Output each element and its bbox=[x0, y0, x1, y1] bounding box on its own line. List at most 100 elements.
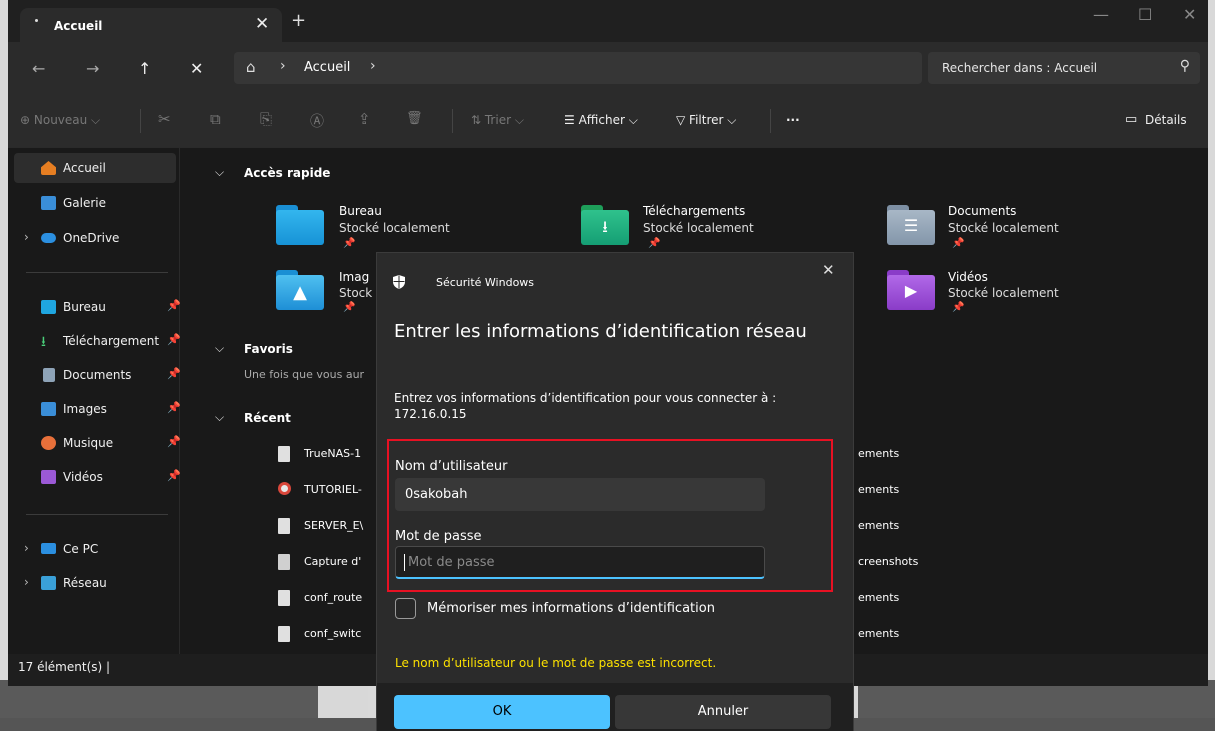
section-quick-access[interactable]: Accès rapide bbox=[244, 166, 330, 180]
sidebar-item-videos[interactable]: Vidéos 📌 bbox=[14, 462, 181, 492]
breadcrumb-chevron-icon[interactable]: › bbox=[280, 58, 286, 74]
filter-button[interactable]: ▽ Filtrer ⌵ bbox=[676, 113, 736, 128]
username-field[interactable]: 0sakobah bbox=[395, 478, 765, 511]
new-tab-icon[interactable]: + bbox=[291, 10, 306, 31]
sidebar-item-label: Galerie bbox=[63, 196, 107, 210]
sidebar-item-images[interactable]: Images 📌 bbox=[14, 394, 181, 424]
sort-button[interactable]: ⇅ Trier ⌵ bbox=[471, 113, 524, 128]
maximize-icon[interactable]: ☐ bbox=[1138, 5, 1152, 24]
sidebar-item-ce-pc[interactable]: › Ce PC bbox=[14, 534, 176, 564]
forward-icon[interactable]: → bbox=[86, 59, 99, 78]
section-recent[interactable]: Récent bbox=[244, 411, 291, 425]
sidebar-item-accueil[interactable]: Accueil bbox=[14, 153, 176, 183]
sidebar-item-musique[interactable]: Musique 📌 bbox=[14, 428, 181, 458]
remember-credentials-label[interactable]: Mémoriser mes informations d’identificat… bbox=[427, 601, 715, 616]
desktop-folder-icon bbox=[276, 210, 324, 245]
view-button[interactable]: ☰ Afficher ⌵ bbox=[564, 113, 638, 128]
video-icon bbox=[41, 470, 56, 484]
folder-subtitle: Stock bbox=[339, 286, 373, 300]
password-field[interactable]: Mot de passe bbox=[395, 546, 765, 579]
ok-button[interactable]: OK bbox=[394, 695, 610, 729]
folder-bureau[interactable] bbox=[276, 205, 324, 245]
file-location: ements bbox=[858, 483, 900, 496]
document-icon bbox=[43, 368, 55, 382]
document-lines-icon: ☰ bbox=[903, 216, 919, 235]
expand-chevron-icon[interactable]: › bbox=[24, 575, 29, 589]
share-icon[interactable]: ⇪ bbox=[358, 110, 371, 128]
folder-name: Documents bbox=[948, 204, 1017, 218]
path-input[interactable]: ⌂ › Accueil › bbox=[234, 52, 922, 84]
section-favorites[interactable]: Favoris bbox=[244, 342, 293, 356]
tab-accueil[interactable]: Accueil ✕ bbox=[20, 8, 282, 42]
desktop-icon bbox=[41, 300, 56, 314]
details-pane-icon[interactable]: ▭ bbox=[1125, 112, 1137, 127]
breadcrumb-chevron-icon[interactable]: › bbox=[370, 58, 376, 74]
credential-dialog: Sécurité Windows ✕ Entrer les informatio… bbox=[376, 252, 854, 731]
more-options-icon[interactable]: ··· bbox=[786, 113, 800, 127]
copy-icon[interactable]: ⧉ bbox=[210, 110, 221, 128]
sidebar-item-bureau[interactable]: Bureau 📌 bbox=[14, 292, 181, 322]
chrome-icon bbox=[278, 482, 291, 495]
network-icon bbox=[41, 576, 56, 590]
pin-icon: 📌 bbox=[167, 367, 181, 380]
file-location: ements bbox=[858, 627, 900, 640]
navigation-pane: Accueil Galerie › OneDrive Bureau 📌 ⭳ Té… bbox=[8, 148, 181, 654]
folder-name: Imag bbox=[339, 270, 370, 284]
sidebar-divider bbox=[26, 272, 168, 273]
folder-subtitle: Stocké localement bbox=[948, 221, 1059, 235]
home-icon[interactable]: ⌂ bbox=[246, 58, 256, 76]
favorites-empty-text: Une fois que vous aur bbox=[244, 368, 365, 381]
cancel-button[interactable]: Annuler bbox=[615, 695, 831, 729]
folder-images[interactable]: ▲ bbox=[276, 270, 324, 310]
sidebar-item-label: Bureau bbox=[63, 300, 106, 314]
paste-icon[interactable]: ⎘ bbox=[260, 110, 272, 128]
folder-videos[interactable]: ▶ bbox=[887, 270, 935, 310]
home-icon bbox=[41, 161, 56, 175]
sidebar-item-onedrive[interactable]: › OneDrive bbox=[14, 223, 176, 253]
item-count: 17 élément(s) | bbox=[18, 660, 111, 674]
username-label: Nom d’utilisateur bbox=[395, 459, 508, 474]
folder-telechargements[interactable]: ⭳ bbox=[581, 205, 629, 245]
sidebar-item-label: OneDrive bbox=[63, 231, 120, 245]
sidebar-item-telechargement[interactable]: ⭳ Téléchargement 📌 bbox=[14, 326, 181, 356]
back-icon[interactable]: ← bbox=[32, 59, 45, 78]
minimize-icon[interactable]: — bbox=[1093, 5, 1109, 24]
expand-chevron-icon[interactable]: › bbox=[24, 230, 29, 244]
cut-icon[interactable]: ✂ bbox=[158, 110, 171, 128]
collapse-chevron-icon[interactable]: ⌵ bbox=[215, 165, 224, 180]
up-icon[interactable]: ↑ bbox=[138, 59, 151, 78]
sidebar-item-reseau[interactable]: › Réseau bbox=[14, 568, 176, 598]
pin-icon: 📌 bbox=[167, 401, 181, 414]
sidebar-item-label: Images bbox=[63, 402, 107, 416]
pin-icon: 📌 bbox=[167, 469, 181, 482]
tab-icon bbox=[35, 19, 38, 22]
details-button[interactable]: Détails bbox=[1145, 113, 1187, 127]
window-close-icon[interactable]: ✕ bbox=[1183, 5, 1196, 24]
breadcrumb-accueil[interactable]: Accueil bbox=[304, 60, 350, 75]
folder-subtitle: Stocké localement bbox=[643, 221, 754, 235]
folder-subtitle: Stocké localement bbox=[948, 286, 1059, 300]
sidebar-item-label: Vidéos bbox=[63, 470, 103, 484]
tab-close-icon[interactable]: ✕ bbox=[255, 14, 269, 34]
collapse-chevron-icon[interactable]: ⌵ bbox=[215, 341, 224, 356]
music-icon bbox=[41, 436, 56, 450]
file-name: conf_route bbox=[304, 591, 363, 604]
stop-icon[interactable]: ✕ bbox=[190, 59, 203, 78]
search-input[interactable]: Rechercher dans : Accueil ⚲ bbox=[928, 52, 1200, 84]
folder-name: Téléchargements bbox=[643, 204, 746, 218]
file-name: TrueNAS-1 bbox=[304, 447, 362, 460]
expand-chevron-icon[interactable]: › bbox=[24, 541, 29, 555]
dialog-app-name: Sécurité Windows bbox=[436, 276, 535, 289]
toolbar-divider bbox=[452, 109, 453, 133]
search-icon[interactable]: ⚲ bbox=[1180, 58, 1190, 74]
sidebar-item-documents[interactable]: Documents 📌 bbox=[14, 360, 181, 390]
delete-icon[interactable]: 🗑 bbox=[406, 111, 423, 126]
close-icon[interactable]: ✕ bbox=[822, 261, 835, 279]
sidebar-divider bbox=[26, 514, 168, 515]
rename-icon[interactable]: Ⓐ bbox=[310, 111, 324, 131]
sidebar-item-galerie[interactable]: Galerie bbox=[14, 188, 176, 218]
collapse-chevron-icon[interactable]: ⌵ bbox=[215, 410, 224, 425]
folder-documents[interactable]: ☰ bbox=[887, 205, 935, 245]
new-button[interactable]: ⊕ Nouveau ⌵ bbox=[20, 113, 100, 128]
remember-credentials-checkbox[interactable] bbox=[395, 598, 416, 619]
